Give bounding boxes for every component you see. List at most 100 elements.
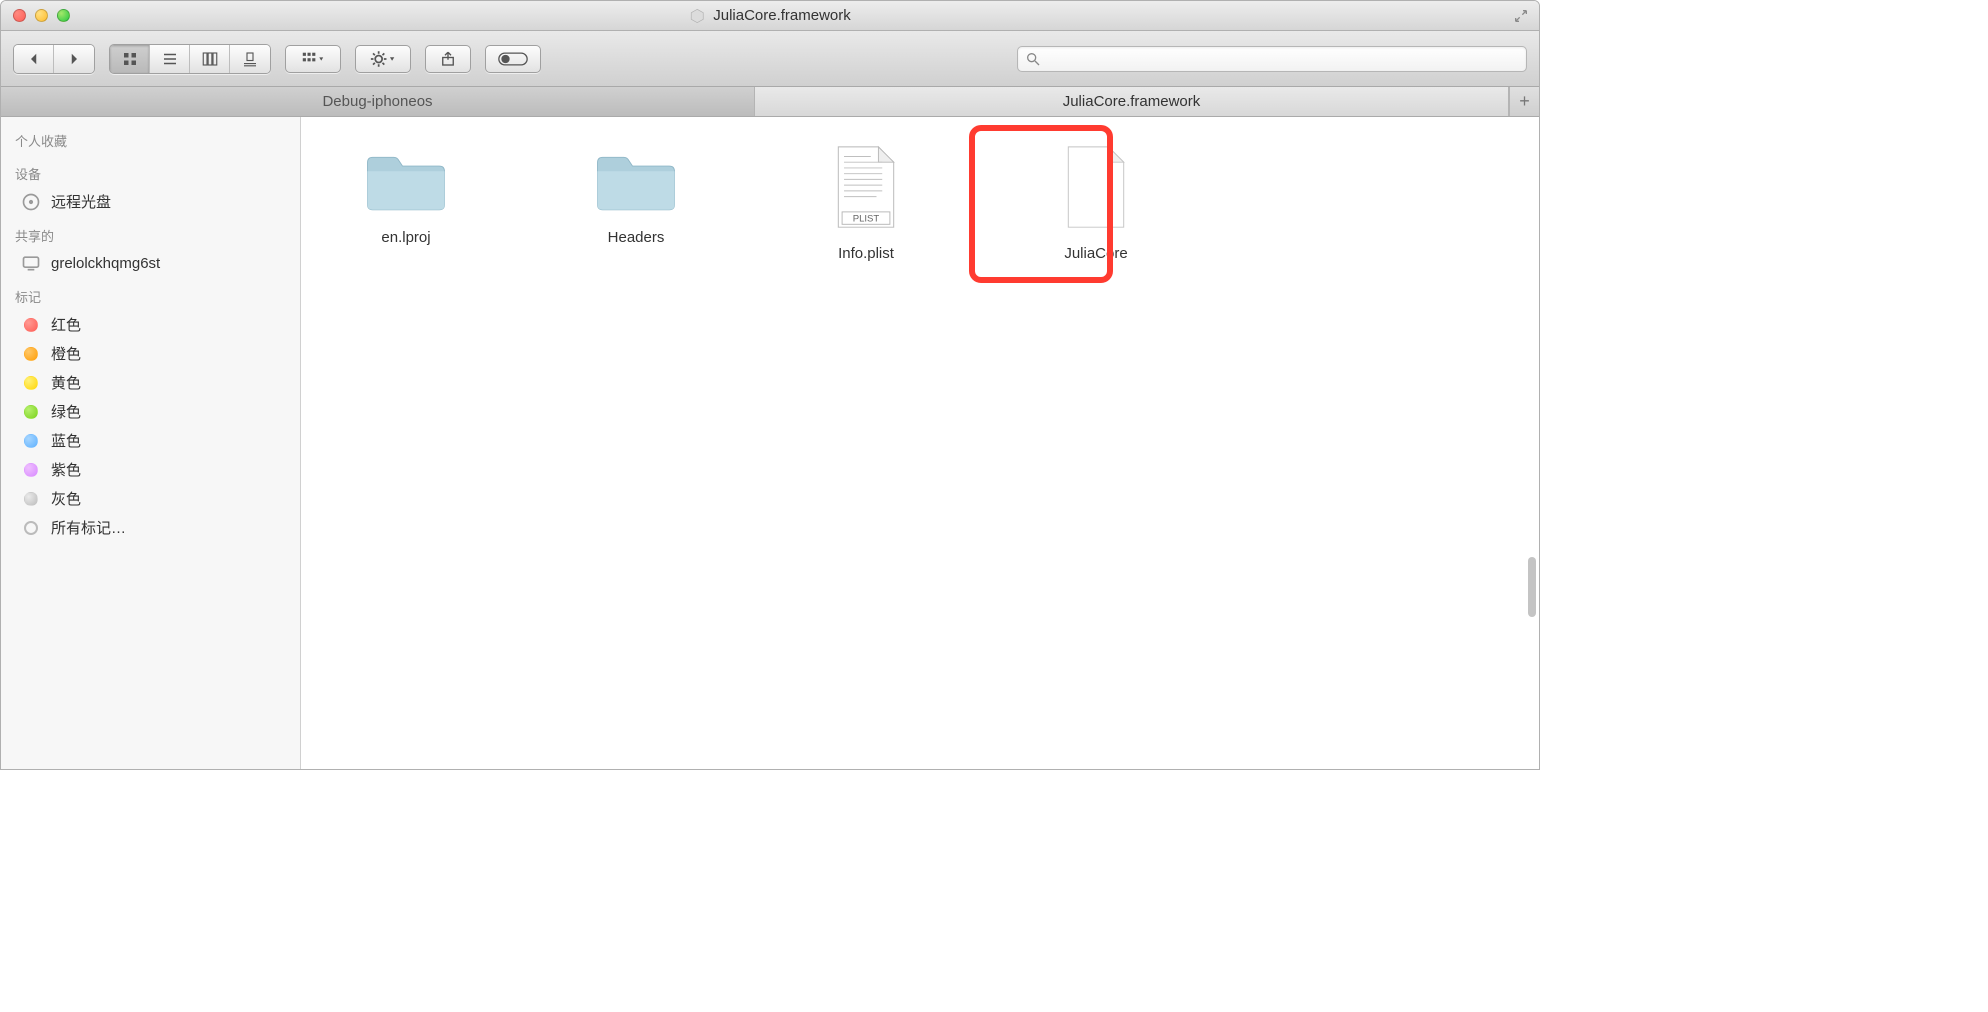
generic-file-icon <box>1062 145 1130 235</box>
tab-juliacore-framework[interactable]: JuliaCore.framework <box>755 87 1509 116</box>
sidebar-item-shared-host[interactable]: grelolckhqmg6st <box>1 249 300 277</box>
forward-button[interactable] <box>54 45 94 73</box>
sidebar-section-favorites: 个人收藏 <box>1 127 300 154</box>
sidebar-item-label: 绿色 <box>51 401 81 422</box>
file-item-en-lproj[interactable]: en.lproj <box>351 145 461 262</box>
sidebar-item-remote-disc[interactable]: 远程光盘 <box>1 187 300 216</box>
sidebar-item-tag-gray[interactable]: 灰色 <box>1 484 300 513</box>
tag-dot-orange-icon <box>21 344 41 364</box>
fullscreen-icon[interactable] <box>1513 8 1529 24</box>
icon-grid: en.lproj Headers PLIST Info.plist <box>301 117 1539 290</box>
window-title-text: JuliaCore.framework <box>713 7 851 24</box>
tag-dot-red-icon <box>21 315 41 335</box>
sidebar-item-label: 灰色 <box>51 488 81 509</box>
tag-dot-all-icon <box>21 518 41 538</box>
content-area[interactable]: en.lproj Headers PLIST Info.plist <box>301 117 1539 769</box>
file-item-headers[interactable]: Headers <box>581 145 691 262</box>
sidebar-item-label: 蓝色 <box>51 430 81 451</box>
tab-bar: Debug-iphoneos JuliaCore.framework + <box>1 87 1539 117</box>
icon-view-icon <box>121 50 139 68</box>
sidebar: 个人收藏 设备 远程光盘 共享的 grelolckhqmg6st <box>1 117 301 769</box>
sidebar-section-shared: 共享的 grelolckhqmg6st <box>1 222 300 277</box>
tab-label: JuliaCore.framework <box>1063 93 1201 110</box>
nav-back-forward <box>13 44 95 74</box>
sidebar-item-label: grelolckhqmg6st <box>51 255 160 272</box>
coverflow-view-icon <box>241 50 259 68</box>
proxy-icon <box>689 8 705 24</box>
sidebar-item-tag-purple[interactable]: 紫色 <box>1 455 300 484</box>
folder-icon <box>362 145 450 219</box>
arrange-button[interactable] <box>285 45 341 73</box>
file-item-info-plist[interactable]: PLIST Info.plist <box>811 145 921 262</box>
traffic-lights <box>13 9 70 22</box>
file-item-label: Info.plist <box>838 245 894 262</box>
chevron-right-icon <box>65 50 83 68</box>
window-body: 个人收藏 设备 远程光盘 共享的 grelolckhqmg6st <box>1 117 1539 769</box>
minimize-button[interactable] <box>35 9 48 22</box>
search-input[interactable] <box>1017 46 1527 72</box>
window-title: JuliaCore.framework <box>689 7 851 24</box>
finder-window: JuliaCore.framework <box>0 0 1540 770</box>
svg-text:PLIST: PLIST <box>853 213 880 224</box>
edit-tags-button[interactable] <box>485 45 541 73</box>
file-item-label: JuliaCore <box>1064 245 1127 262</box>
folder-icon <box>592 145 680 219</box>
chevron-left-icon <box>25 50 43 68</box>
sidebar-header-devices: 设备 <box>1 160 300 187</box>
sidebar-item-label: 远程光盘 <box>51 191 111 212</box>
vertical-scrollbar[interactable] <box>1525 117 1537 769</box>
sidebar-item-label: 红色 <box>51 314 81 335</box>
view-list-button[interactable] <box>150 45 190 73</box>
tags-toggle-icon <box>498 52 528 66</box>
sidebar-item-tag-orange[interactable]: 橙色 <box>1 339 300 368</box>
view-coverflow-button[interactable] <box>230 45 270 73</box>
share-icon <box>438 50 458 68</box>
action-button[interactable] <box>355 45 411 73</box>
tab-label: Debug-iphoneos <box>322 93 432 110</box>
sidebar-item-label: 所有标记… <box>51 517 126 538</box>
back-button[interactable] <box>14 45 54 73</box>
plus-icon: + <box>1519 91 1530 112</box>
sidebar-header-tags: 标记 <box>1 283 300 310</box>
sidebar-item-tag-red[interactable]: 红色 <box>1 310 300 339</box>
file-item-label: Headers <box>608 229 665 246</box>
gear-icon <box>370 50 396 68</box>
view-mode-segmented <box>109 44 271 74</box>
sidebar-item-label: 橙色 <box>51 343 81 364</box>
disc-icon <box>21 192 41 212</box>
titlebar: JuliaCore.framework <box>1 1 1539 31</box>
file-item-juliacore[interactable]: JuliaCore <box>1041 145 1151 262</box>
sidebar-item-tag-green[interactable]: 绿色 <box>1 397 300 426</box>
sidebar-item-label: 紫色 <box>51 459 81 480</box>
list-view-icon <box>161 50 179 68</box>
zoom-button[interactable] <box>57 9 70 22</box>
tag-dot-purple-icon <box>21 460 41 480</box>
plist-file-icon: PLIST <box>832 145 900 235</box>
view-column-button[interactable] <box>190 45 230 73</box>
tag-dot-blue-icon <box>21 431 41 451</box>
sidebar-item-all-tags[interactable]: 所有标记… <box>1 513 300 542</box>
tab-debug-iphoneos[interactable]: Debug-iphoneos <box>1 87 755 116</box>
tag-dot-green-icon <box>21 402 41 422</box>
close-button[interactable] <box>13 9 26 22</box>
sidebar-section-devices: 设备 远程光盘 <box>1 160 300 216</box>
view-icon-button[interactable] <box>110 45 150 73</box>
sidebar-item-tag-yellow[interactable]: 黄色 <box>1 368 300 397</box>
search-field-wrap <box>1017 46 1527 72</box>
tag-dot-gray-icon <box>21 489 41 509</box>
sidebar-header-shared: 共享的 <box>1 222 300 249</box>
column-view-icon <box>201 50 219 68</box>
file-item-label: en.lproj <box>381 229 430 246</box>
scrollbar-thumb[interactable] <box>1528 557 1536 617</box>
toolbar <box>1 31 1539 87</box>
sidebar-section-tags: 标记 红色 橙色 黄色 绿色 蓝色 紫色 灰色 所有标记… <box>1 283 300 542</box>
share-button[interactable] <box>425 45 471 73</box>
arrange-icon <box>302 51 324 67</box>
sidebar-header-favorites: 个人收藏 <box>1 127 300 154</box>
sidebar-item-tag-blue[interactable]: 蓝色 <box>1 426 300 455</box>
monitor-icon <box>21 253 41 273</box>
new-tab-button[interactable]: + <box>1509 87 1539 116</box>
search-icon <box>1025 51 1041 67</box>
tag-dot-yellow-icon <box>21 373 41 393</box>
sidebar-item-label: 黄色 <box>51 372 81 393</box>
